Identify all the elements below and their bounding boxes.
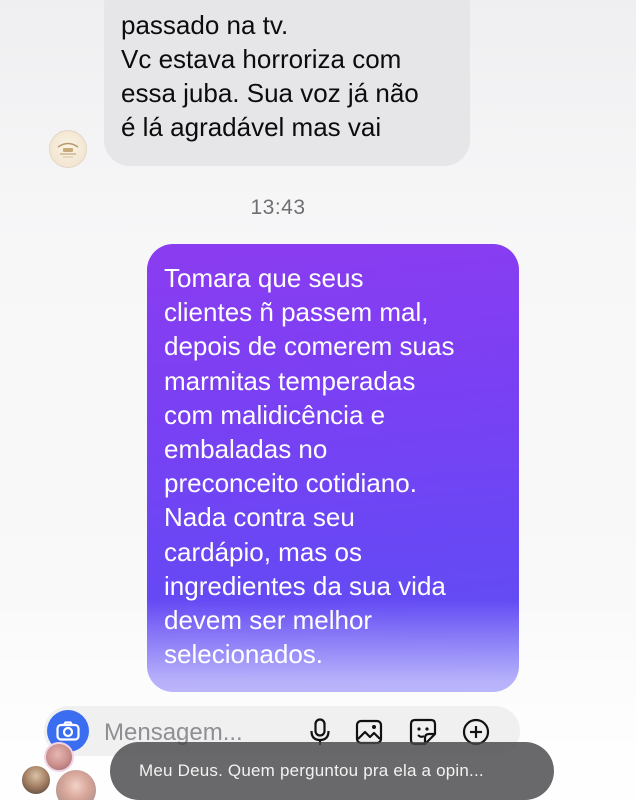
- message-timestamp: 13:43: [250, 196, 306, 219]
- outgoing-message-line: clientes ñ passem mal,: [164, 297, 429, 328]
- outgoing-message-line: Nada contra seu: [164, 502, 355, 533]
- viewer-avatar[interactable]: [20, 764, 52, 796]
- incoming-message-line: essa juba. Sua voz já não: [121, 78, 419, 108]
- sender-avatar[interactable]: [49, 130, 87, 168]
- live-comment-bubble: Meu Deus. Quem perguntou pra ela a opin.…: [110, 742, 554, 800]
- camera-icon: [56, 721, 80, 741]
- viewer-avatar[interactable]: [44, 742, 74, 772]
- outgoing-message-line: selecionados.: [164, 639, 323, 670]
- outgoing-message-line: depois de comerem suas: [164, 331, 455, 362]
- outgoing-message-line: devem ser melhor: [164, 605, 373, 636]
- outgoing-message-line: ingredientes da sua vida: [164, 570, 446, 601]
- incoming-message-bubble[interactable]: passado na tv. Vc estava horroriza com e…: [104, 0, 470, 166]
- outgoing-message-line: Tomara que seus: [164, 263, 364, 293]
- outgoing-message-bubble[interactable]: Tomara que seus clientes ñ passem mal, d…: [147, 244, 519, 692]
- outgoing-message-line: cardápio, mas os: [164, 536, 362, 567]
- outgoing-message-line: marmitas temperadas: [164, 365, 416, 396]
- outgoing-message-line: preconceito cotidiano.: [164, 468, 417, 499]
- outgoing-message-line: com malidicência e: [164, 399, 386, 430]
- incoming-message-line: passado na tv.: [121, 10, 289, 40]
- incoming-message-line: Vc estava horroriza com: [121, 44, 402, 74]
- viewer-avatar[interactable]: [54, 768, 98, 800]
- incoming-message-line: é lá agradável mas vai: [121, 112, 382, 142]
- sender-logo-icon: [57, 142, 79, 158]
- live-comment-text: Meu Deus. Quem perguntou pra ela a opin.…: [139, 761, 484, 780]
- outgoing-message-line: embaladas no: [164, 434, 328, 465]
- chat-screen: passado na tv. Vc estava horroriza com e…: [0, 0, 636, 800]
